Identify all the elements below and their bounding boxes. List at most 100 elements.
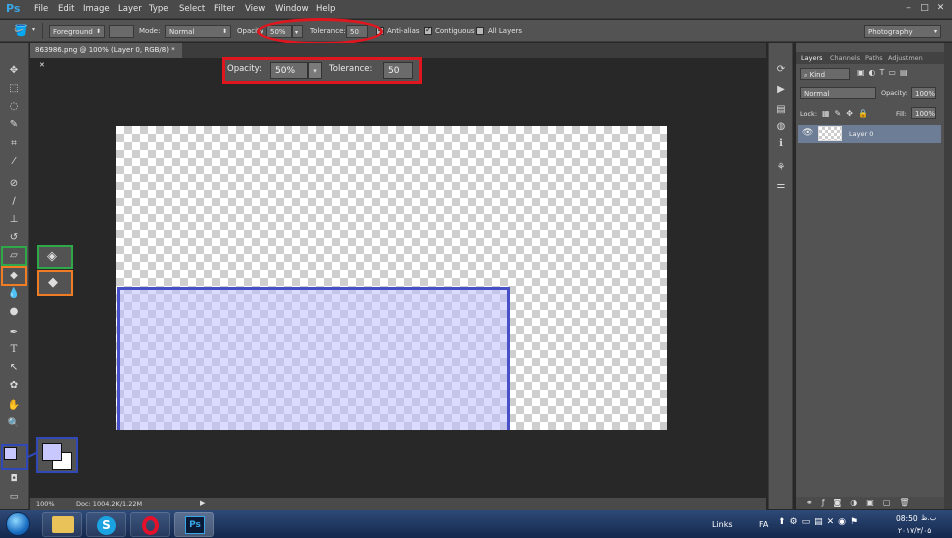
blend-mode-select[interactable]: Normal <box>800 87 876 99</box>
fill-label: Fill: <box>896 110 907 118</box>
maximize-icon[interactable]: □ <box>918 2 931 15</box>
taskbar-photoshop[interactable]: Ps <box>174 512 214 537</box>
menu-edit[interactable]: Edit <box>58 4 74 14</box>
color-sampler-icon[interactable]: ◍ <box>774 120 788 133</box>
dodge-tool-icon[interactable]: ● <box>5 304 23 320</box>
start-button[interactable] <box>6 512 30 536</box>
menu-file[interactable]: File <box>34 4 48 14</box>
folder-icon <box>52 516 74 533</box>
clone-stamp-tool-icon[interactable]: ⊥ <box>5 212 23 228</box>
tab-channels[interactable]: Channels <box>830 54 860 62</box>
menu-help[interactable]: Help <box>316 4 335 14</box>
contiguous-checkbox[interactable] <box>424 25 432 35</box>
lasso-tool-icon[interactable]: ◌ <box>5 99 23 115</box>
actions-play-icon[interactable]: ▶ <box>774 83 788 96</box>
close-tab-icon[interactable]: ✕ <box>39 61 45 69</box>
menu-type[interactable]: Type <box>149 4 169 14</box>
callout-tolerance-label: Tolerance: <box>329 64 373 74</box>
history-icon[interactable]: ⟳ <box>774 63 788 76</box>
menu-image[interactable]: Image <box>83 4 110 14</box>
layer-comps-icon[interactable]: ▤ <box>774 103 788 116</box>
callout-opacity-label: Opacity: <box>227 64 262 74</box>
hand-tool-icon[interactable]: ✋ <box>5 398 23 414</box>
mode-label: Mode: <box>139 27 161 35</box>
menu-layer[interactable]: Layer <box>118 4 142 14</box>
blur-tool-icon[interactable]: 💧 <box>5 286 23 302</box>
layer-opacity-label: Opacity: <box>881 89 908 97</box>
panel-scrollbar[interactable] <box>944 43 952 509</box>
layers-footer: ⚭ƒ◙◑▣▢🗑 <box>796 497 944 509</box>
fill-source-select[interactable]: Foreground ⬍ <box>49 25 105 38</box>
all-layers-label: All Layers <box>488 27 523 35</box>
links-toolbar[interactable]: Links <box>712 520 733 529</box>
paint-bucket-icon: ◆ <box>48 275 58 290</box>
menu-select[interactable]: Select <box>179 4 205 14</box>
status-menu-arrow-icon[interactable]: ▶ <box>200 499 205 507</box>
zoom-level[interactable]: 100% <box>36 500 55 508</box>
filter-type-icons[interactable]: ▣◐T▭▤ <box>857 68 912 77</box>
tab-paths[interactable]: Paths <box>865 54 883 62</box>
all-layers-checkbox[interactable] <box>476 27 484 35</box>
visibility-eye-icon[interactable]: 👁 <box>802 128 813 138</box>
bucket-highlight-green <box>1 246 27 266</box>
marquee-tool-icon[interactable]: ⬚ <box>5 81 23 97</box>
crop-tool-icon[interactable]: ⌗ <box>5 136 23 152</box>
language-indicator[interactable]: FA <box>759 520 768 529</box>
options-zoom-callout: Opacity: 50% ▾ Tolerance: 50 <box>222 57 422 84</box>
menu-window[interactable]: Window <box>275 4 309 14</box>
quick-mask-icon[interactable]: ◘ <box>5 471 23 487</box>
healing-brush-tool-icon[interactable]: ⊘ <box>5 176 23 192</box>
taskbar-skype[interactable]: S <box>86 512 126 537</box>
panel-icon-strip: ⟳ ▶ ▤ ◍ ℹ ⚘ ⚌ <box>768 43 793 509</box>
menu-view[interactable]: View <box>245 4 265 14</box>
tab-adjustments[interactable]: Adjustmen <box>888 54 923 62</box>
lock-icons[interactable]: ▦✎✥🔒 <box>822 109 873 118</box>
shape-tool-icon[interactable]: ✿ <box>5 378 23 394</box>
brush-presets-icon[interactable]: ⚘ <box>774 161 788 174</box>
mode-select[interactable]: Normal ⬍ <box>165 25 231 38</box>
zoomed-foreground-swatch <box>42 443 62 461</box>
taskbar-explorer[interactable] <box>42 512 82 537</box>
minimize-icon[interactable]: – <box>902 2 915 15</box>
clock-ampm: ب.ظ <box>921 514 937 522</box>
path-select-tool-icon[interactable]: ↖ <box>5 360 23 376</box>
layer-kind-filter[interactable]: ⌕ Kind <box>800 68 850 80</box>
layer-thumbnail <box>818 126 842 141</box>
info-icon[interactable]: ℹ <box>774 137 788 150</box>
clock-time[interactable]: 08:50 <box>896 514 918 523</box>
history-brush-tool-icon[interactable]: ↺ <box>5 230 23 246</box>
tool-preset-chevron-down-icon[interactable]: ▾ <box>32 26 35 33</box>
layer-actions-icons[interactable]: ⚭ƒ◙◑▣▢🗑 <box>806 498 919 507</box>
status-bar: 100% Doc: 1004.2K/1.22M ▶ <box>30 498 766 510</box>
workspace-select[interactable]: Photography ▾ <box>864 25 941 38</box>
move-tool-icon[interactable]: ✥ <box>5 63 23 79</box>
taskbar-opera[interactable] <box>130 512 170 537</box>
zoomed-gradient-tool: ◈ <box>37 245 73 269</box>
zoom-tool-icon[interactable]: 🔍 <box>5 416 23 432</box>
type-tool-icon[interactable]: T <box>5 342 23 358</box>
options-divider <box>42 23 43 39</box>
layer-opacity-input[interactable]: 100% <box>911 87 936 99</box>
brush-tool-icon[interactable]: ∕ <box>5 194 23 210</box>
paint-bucket-tool-icon[interactable]: 🪣 <box>14 24 28 37</box>
tray-icons[interactable]: ⬆⚙▭▤✕◉⚑ <box>778 517 862 527</box>
pattern-picker[interactable] <box>109 25 134 38</box>
screen-mode-icon[interactable]: ▭ <box>5 489 23 505</box>
chevron-down-icon: ▾ <box>933 28 937 35</box>
callout-opacity-input: 50% <box>270 62 308 79</box>
close-icon[interactable]: ✕ <box>934 2 947 15</box>
quick-select-tool-icon[interactable]: ✎ <box>5 117 23 133</box>
search-icon: ⌕ <box>804 72 808 79</box>
gradient-tool-icon: ◈ <box>47 249 57 264</box>
doc-info: Doc: 1004.2K/1.22M <box>76 500 143 508</box>
eyedropper-tool-icon[interactable]: ⁄ <box>5 154 23 170</box>
fill-input[interactable]: 100% <box>911 107 936 119</box>
layer-name[interactable]: Layer 0 <box>849 130 873 138</box>
pen-tool-icon[interactable]: ✒ <box>5 325 23 341</box>
clock-date: ۲۰۱۷/۳/۰۵ <box>898 526 932 535</box>
tool-presets-icon[interactable]: ⚌ <box>774 179 788 192</box>
tab-layers[interactable]: Layers <box>801 54 823 62</box>
callout-chevron-down-icon: ▾ <box>308 62 322 79</box>
menu-filter[interactable]: Filter <box>214 4 235 14</box>
document-tab[interactable]: 863986.png @ 100% (Layer 0, RGB/8) * ✕ <box>30 43 182 69</box>
